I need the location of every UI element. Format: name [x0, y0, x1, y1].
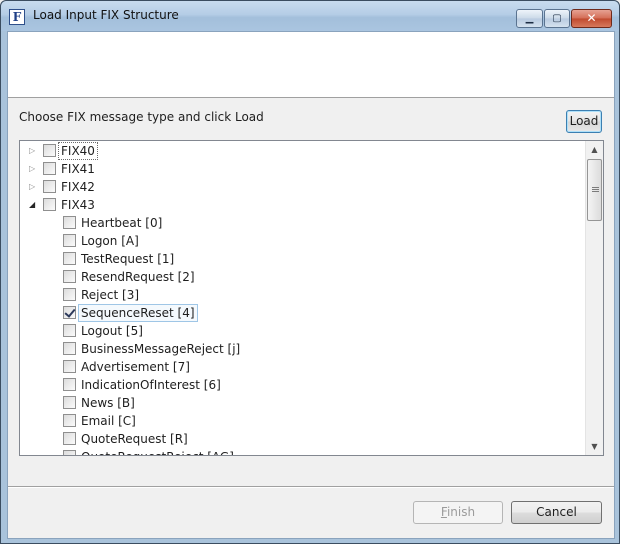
tree-node-checkbox[interactable]: [63, 288, 76, 301]
tree-node-checkbox[interactable]: [63, 216, 76, 229]
collapsed-triangle-icon[interactable]: ▷: [29, 182, 38, 191]
tree-node-label[interactable]: FIX41: [61, 161, 95, 177]
message-type-tree[interactable]: ▷ FIX40 ▷ FIX41 ▷ FIX42 ◢ FIX43 Heartbeat [0] Log…: [19, 140, 604, 456]
tree-node-label[interactable]: FIX43: [61, 197, 95, 213]
tree-node-label[interactable]: ResendRequest [2]: [81, 269, 195, 285]
cancel-button[interactable]: Cancel: [511, 501, 602, 524]
dialog-content: Choose FIX message type and click Load L…: [7, 31, 615, 539]
tree-node-label[interactable]: FIX40: [58, 142, 98, 160]
tree-node[interactable]: QuoteRequest [R]: [20, 430, 586, 448]
finish-label: inish: [446, 505, 476, 519]
vertical-scrollbar[interactable]: ▲ ▼: [585, 141, 603, 455]
expanded-triangle-icon[interactable]: ◢: [29, 200, 38, 209]
scroll-down-arrow-icon[interactable]: ▼: [586, 438, 603, 455]
tree-node-label[interactable]: TestRequest [1]: [81, 251, 174, 267]
tree-node[interactable]: ▷ FIX41: [20, 160, 586, 178]
tree-node-checkbox[interactable]: [43, 162, 56, 175]
tree-node[interactable]: ▷ FIX40: [20, 142, 586, 160]
tree-node[interactable]: TestRequest [1]: [20, 250, 586, 268]
tree-node[interactable]: QuoteRequestReject [AG]: [20, 448, 586, 455]
tree-node-checkbox[interactable]: [43, 144, 56, 157]
tree-node[interactable]: Logout [5]: [20, 322, 586, 340]
tree-node-checkbox[interactable]: [63, 378, 76, 391]
tree-node-checkbox[interactable]: [63, 450, 76, 455]
tree-node-label[interactable]: Logout [5]: [81, 323, 143, 339]
tree-node[interactable]: ▷ FIX42: [20, 178, 586, 196]
tree-node-checkbox[interactable]: [63, 432, 76, 445]
finish-button[interactable]: Finish: [413, 501, 503, 524]
tree-node[interactable]: ◢ FIX43: [20, 196, 586, 214]
tree-node-label[interactable]: QuoteRequest [R]: [81, 431, 188, 447]
instruction-text: Choose FIX message type and click Load: [19, 110, 264, 124]
tree-node[interactable]: Email [C]: [20, 412, 586, 430]
tree-node-checkbox[interactable]: [43, 198, 56, 211]
tree-node-label[interactable]: News [B]: [81, 395, 135, 411]
tree-node[interactable]: Advertisement [7]: [20, 358, 586, 376]
tree-node-label[interactable]: SequenceReset [4]: [78, 304, 198, 322]
tree-node-label[interactable]: Advertisement [7]: [81, 359, 190, 375]
collapsed-triangle-icon[interactable]: ▷: [29, 164, 38, 173]
close-button[interactable]: ✕: [571, 9, 612, 28]
tree-node-checkbox[interactable]: [63, 414, 76, 427]
load-button[interactable]: Load: [566, 110, 602, 133]
tree-node[interactable]: Logon [A]: [20, 232, 586, 250]
tree-node-checkbox[interactable]: [63, 324, 76, 337]
title-bar[interactable]: F Load Input FIX Structure ▁ ▢ ✕: [1, 1, 619, 31]
thumb-grip: [592, 187, 599, 188]
tree-node-checkbox[interactable]: [63, 270, 76, 283]
tree-node-checkbox[interactable]: [63, 252, 76, 265]
tree-node-label[interactable]: FIX42: [61, 179, 95, 195]
scroll-up-arrow-icon[interactable]: ▲: [586, 141, 603, 158]
tree-node-checkbox[interactable]: [63, 342, 76, 355]
tree-node[interactable]: ResendRequest [2]: [20, 268, 586, 286]
tree-node-label[interactable]: Reject [3]: [81, 287, 139, 303]
tree-node-label[interactable]: Logon [A]: [81, 233, 139, 249]
tree-node-checkbox[interactable]: [63, 360, 76, 373]
tree-node-label[interactable]: Heartbeat [0]: [81, 215, 162, 231]
maximize-button[interactable]: ▢: [544, 9, 570, 28]
tree-node-label[interactable]: QuoteRequestReject [AG]: [81, 449, 234, 455]
tree-node-checkbox[interactable]: [63, 396, 76, 409]
scroll-thumb[interactable]: [587, 159, 602, 221]
tree-node-label[interactable]: Email [C]: [81, 413, 136, 429]
tree-node-label[interactable]: IndicationOfInterest [6]: [81, 377, 221, 393]
thumb-grip: [592, 191, 599, 192]
tree-node[interactable]: SequenceReset [4]: [20, 304, 586, 322]
minimize-button[interactable]: ▁: [516, 9, 543, 28]
collapsed-triangle-icon[interactable]: ▷: [29, 146, 38, 155]
tree-node[interactable]: IndicationOfInterest [6]: [20, 376, 586, 394]
window-title: Load Input FIX Structure: [33, 8, 179, 22]
tree-node-checkbox[interactable]: [63, 306, 76, 319]
tree-node[interactable]: Heartbeat [0]: [20, 214, 586, 232]
thumb-grip: [592, 189, 599, 190]
tree-node-checkbox[interactable]: [63, 234, 76, 247]
tree-node-label[interactable]: BusinessMessageReject [j]: [81, 341, 240, 357]
tree-node[interactable]: BusinessMessageReject [j]: [20, 340, 586, 358]
tree-node[interactable]: News [B]: [20, 394, 586, 412]
tree-node[interactable]: Reject [3]: [20, 286, 586, 304]
dialog-window: F Load Input FIX Structure ▁ ▢ ✕ Choose …: [0, 0, 620, 544]
header-banner: [8, 32, 614, 98]
app-icon: F: [9, 9, 25, 25]
tree-node-checkbox[interactable]: [43, 180, 56, 193]
footer-separator: [8, 486, 614, 488]
